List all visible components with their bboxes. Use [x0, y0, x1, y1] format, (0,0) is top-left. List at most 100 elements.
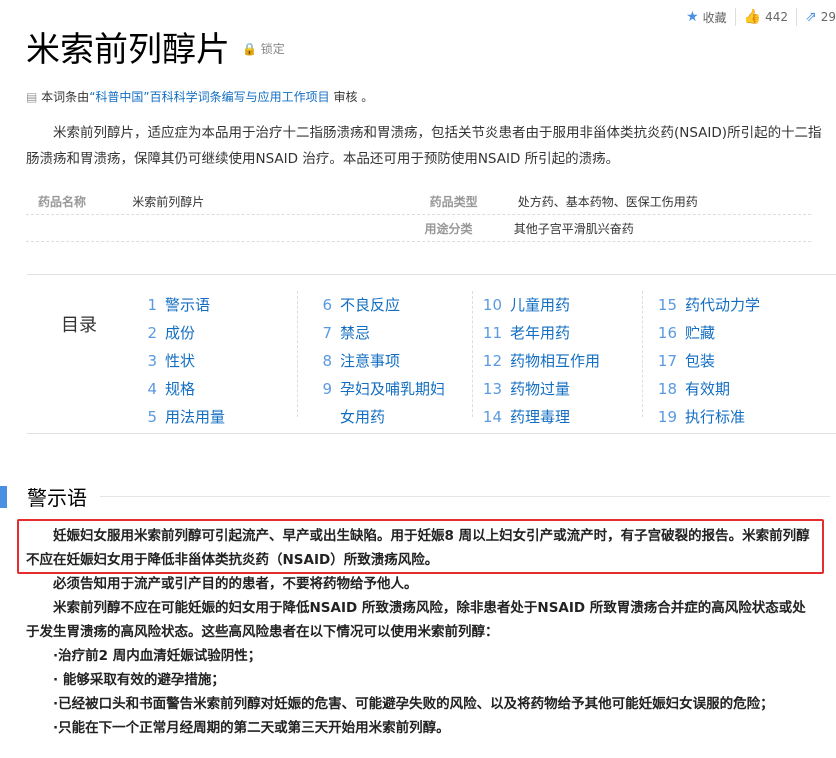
review-link[interactable]: “科普中国”百科科学词条编写与应用工作项目: [89, 90, 329, 104]
toc-number: 16: [657, 324, 677, 342]
info-value: 米索前列醇片: [132, 194, 205, 209]
toc-number: 18: [657, 380, 677, 398]
toc-link[interactable]: 包装: [685, 352, 715, 370]
toc-link[interactable]: 有效期: [685, 380, 730, 398]
toc-link[interactable]: 孕妇及哺乳期妇: [340, 380, 445, 398]
toc-link[interactable]: 女用药: [340, 408, 385, 426]
toc-link[interactable]: 成份: [165, 324, 195, 342]
page-title: 米索前列醇片: [26, 30, 230, 70]
toc-column: 15 药代动力学 16 贮藏 17 包装 18 有效期 19 执行标准: [657, 291, 817, 431]
review-suffix: 审核 。: [329, 90, 374, 104]
favorite-button[interactable]: ★ 收藏: [678, 8, 736, 26]
toc-item[interactable]: 13 药物过量: [482, 375, 642, 403]
section-header: 警示语: [0, 486, 830, 510]
toc-number: 9: [322, 380, 332, 398]
toc-link[interactable]: 药理毒理: [510, 408, 570, 426]
toc-number: 10: [482, 296, 502, 314]
toc-item[interactable]: 17 包装: [657, 347, 817, 375]
toc-item[interactable]: 2 成份: [137, 319, 297, 347]
toc-item[interactable]: 6 不良反应: [312, 291, 472, 319]
paragraph: 妊娠妇女服用米索前列醇可引起流产、早产或出生缺陷。用于妊娠8 周以上妇女引产或流…: [26, 528, 810, 568]
toc-item[interactable]: 19 执行标准: [657, 403, 817, 431]
share-icon: ⇗: [804, 9, 817, 25]
review-prefix: 本词条由: [41, 90, 90, 104]
share-button[interactable]: ⇗ 29: [797, 8, 836, 26]
thumbs-up-icon: 👍: [743, 9, 762, 25]
summary: 米索前列醇片，适应症为本品用于治疗十二指肠溃疡和胃溃疡，包括关节炎患者由于服用非…: [26, 125, 822, 167]
toc-item[interactable]: 18 有效期: [657, 375, 817, 403]
list-item: ·治疗前2 周内血清妊娠试验阴性；: [53, 648, 262, 664]
like-count: 442: [765, 10, 788, 24]
toc-link[interactable]: 药物相互作用: [510, 352, 600, 370]
toc-number: 15: [657, 296, 677, 314]
list-item: · 能够采取有效的避孕措施；: [53, 672, 225, 688]
toc-item[interactable]: 12 药物相互作用: [482, 347, 642, 375]
toc-number: 6: [322, 296, 332, 314]
toc-link[interactable]: 儿童用药: [510, 296, 570, 314]
info-key: 药品名称: [38, 194, 87, 209]
toc-item[interactable]: 16 贮藏: [657, 319, 817, 347]
document-icon: ▤: [26, 90, 38, 104]
toc-link[interactable]: 药代动力学: [685, 296, 760, 314]
lock-status: 🔒 锁定: [242, 40, 285, 57]
toc-number: 1: [147, 296, 157, 314]
toc-link[interactable]: 贮藏: [685, 324, 715, 342]
toc-link[interactable]: 警示语: [165, 296, 210, 314]
toc-link[interactable]: 用法用量: [165, 408, 225, 426]
divider: [100, 496, 830, 497]
review-note: ▤ 本词条由“科普中国”百科科学词条编写与应用工作项目 审核 。: [26, 88, 373, 105]
favorite-label: 收藏: [702, 10, 727, 25]
like-button[interactable]: 👍 442: [736, 8, 797, 26]
toc-number: 19: [657, 408, 677, 426]
toc-item[interactable]: 9 孕妇及哺乳期妇: [312, 375, 472, 403]
toc-link[interactable]: 药物过量: [510, 380, 570, 398]
toc-number: 7: [322, 324, 332, 342]
toc-number: 17: [657, 352, 677, 370]
toc-link[interactable]: 禁忌: [340, 324, 370, 342]
toc-label: 目录: [61, 315, 97, 336]
lock-icon: 🔒: [242, 42, 257, 56]
paragraph: 米索前列醇不应在可能妊娠的妇女用于降低NSAID 所致溃疡风险，除非患者处于NS…: [26, 600, 806, 640]
toc-item[interactable]: 5 用法用量: [137, 403, 297, 431]
toc-link[interactable]: 执行标准: [685, 408, 745, 426]
toc-link[interactable]: 规格: [165, 380, 195, 398]
toc-item[interactable]: 8 注意事项: [312, 347, 472, 375]
toc-item[interactable]: 14 药理毒理: [482, 403, 642, 431]
toc-link[interactable]: 老年用药: [510, 324, 570, 342]
list-item: ·只能在下一个正常月经周期的第二天或第三天开始用米索前列醇。: [53, 720, 450, 736]
toc-number: 4: [147, 380, 157, 398]
toc-item[interactable]: 3 性状: [137, 347, 297, 375]
toc-item[interactable]: 11 老年用药: [482, 319, 642, 347]
info-box: 药品名称 米索前列醇片 药品类型 处方药、基本药物、医保工伤用药 用途分类 其他子宫平滑…: [26, 188, 811, 242]
toc-item[interactable]: 15 药代动力学: [657, 291, 817, 319]
toc-item[interactable]: 1 警示语: [137, 291, 297, 319]
lock-label: 锁定: [260, 42, 285, 56]
toc-link[interactable]: 性状: [165, 352, 195, 370]
toc-column: 6 不良反应 7 禁忌 8 注意事项 9 孕妇及哺乳期妇 女用药: [312, 291, 473, 426]
toolbar: ★ 收藏 👍 442 ⇗ 29: [678, 8, 836, 26]
toc-number: 3: [147, 352, 157, 370]
toc-item[interactable]: 7 禁忌: [312, 319, 472, 347]
toc-link[interactable]: 注意事项: [340, 352, 400, 370]
paragraph: 必须告知用于流产或引产目的的患者，不要将药物给予他人。: [53, 576, 418, 592]
section-heading: 警示语: [27, 486, 87, 510]
info-key: 用途分类: [424, 221, 473, 236]
toc-column: 1 警示语 2 成份 3 性状 4 规格 5 用法用量: [137, 291, 298, 426]
toc-number: 12: [482, 352, 502, 370]
section-accent: [0, 486, 7, 508]
info-value: 处方药、基本药物、医保工伤用药: [517, 194, 698, 209]
toc-number: 2: [147, 324, 157, 342]
toc-number: 11: [482, 324, 502, 342]
toc-item[interactable]: 4 规格: [137, 375, 297, 403]
section-body: 妊娠妇女服用米索前列醇可引起流产、早产或出生缺陷。用于妊娠8 周以上妇女引产或流…: [26, 524, 816, 740]
toc-number: 5: [147, 408, 157, 426]
toc-number: 14: [482, 408, 502, 426]
info-value: 其他子宫平滑肌兴奋药: [513, 221, 634, 236]
list-item: ·已经被口头和书面警告米索前列醇对妊娠的危害、可能避孕失败的风险、以及将药物给予…: [53, 696, 774, 712]
toc-item[interactable]: 女用药: [312, 403, 472, 431]
share-count: 29: [820, 10, 836, 24]
toc-column: 10 儿童用药 11 老年用药 12 药物相互作用 13 药物过量 14 药理毒理: [482, 291, 643, 426]
toc-item[interactable]: 10 儿童用药: [482, 291, 642, 319]
toc-link[interactable]: 不良反应: [340, 296, 400, 314]
toc-number: 13: [482, 380, 502, 398]
